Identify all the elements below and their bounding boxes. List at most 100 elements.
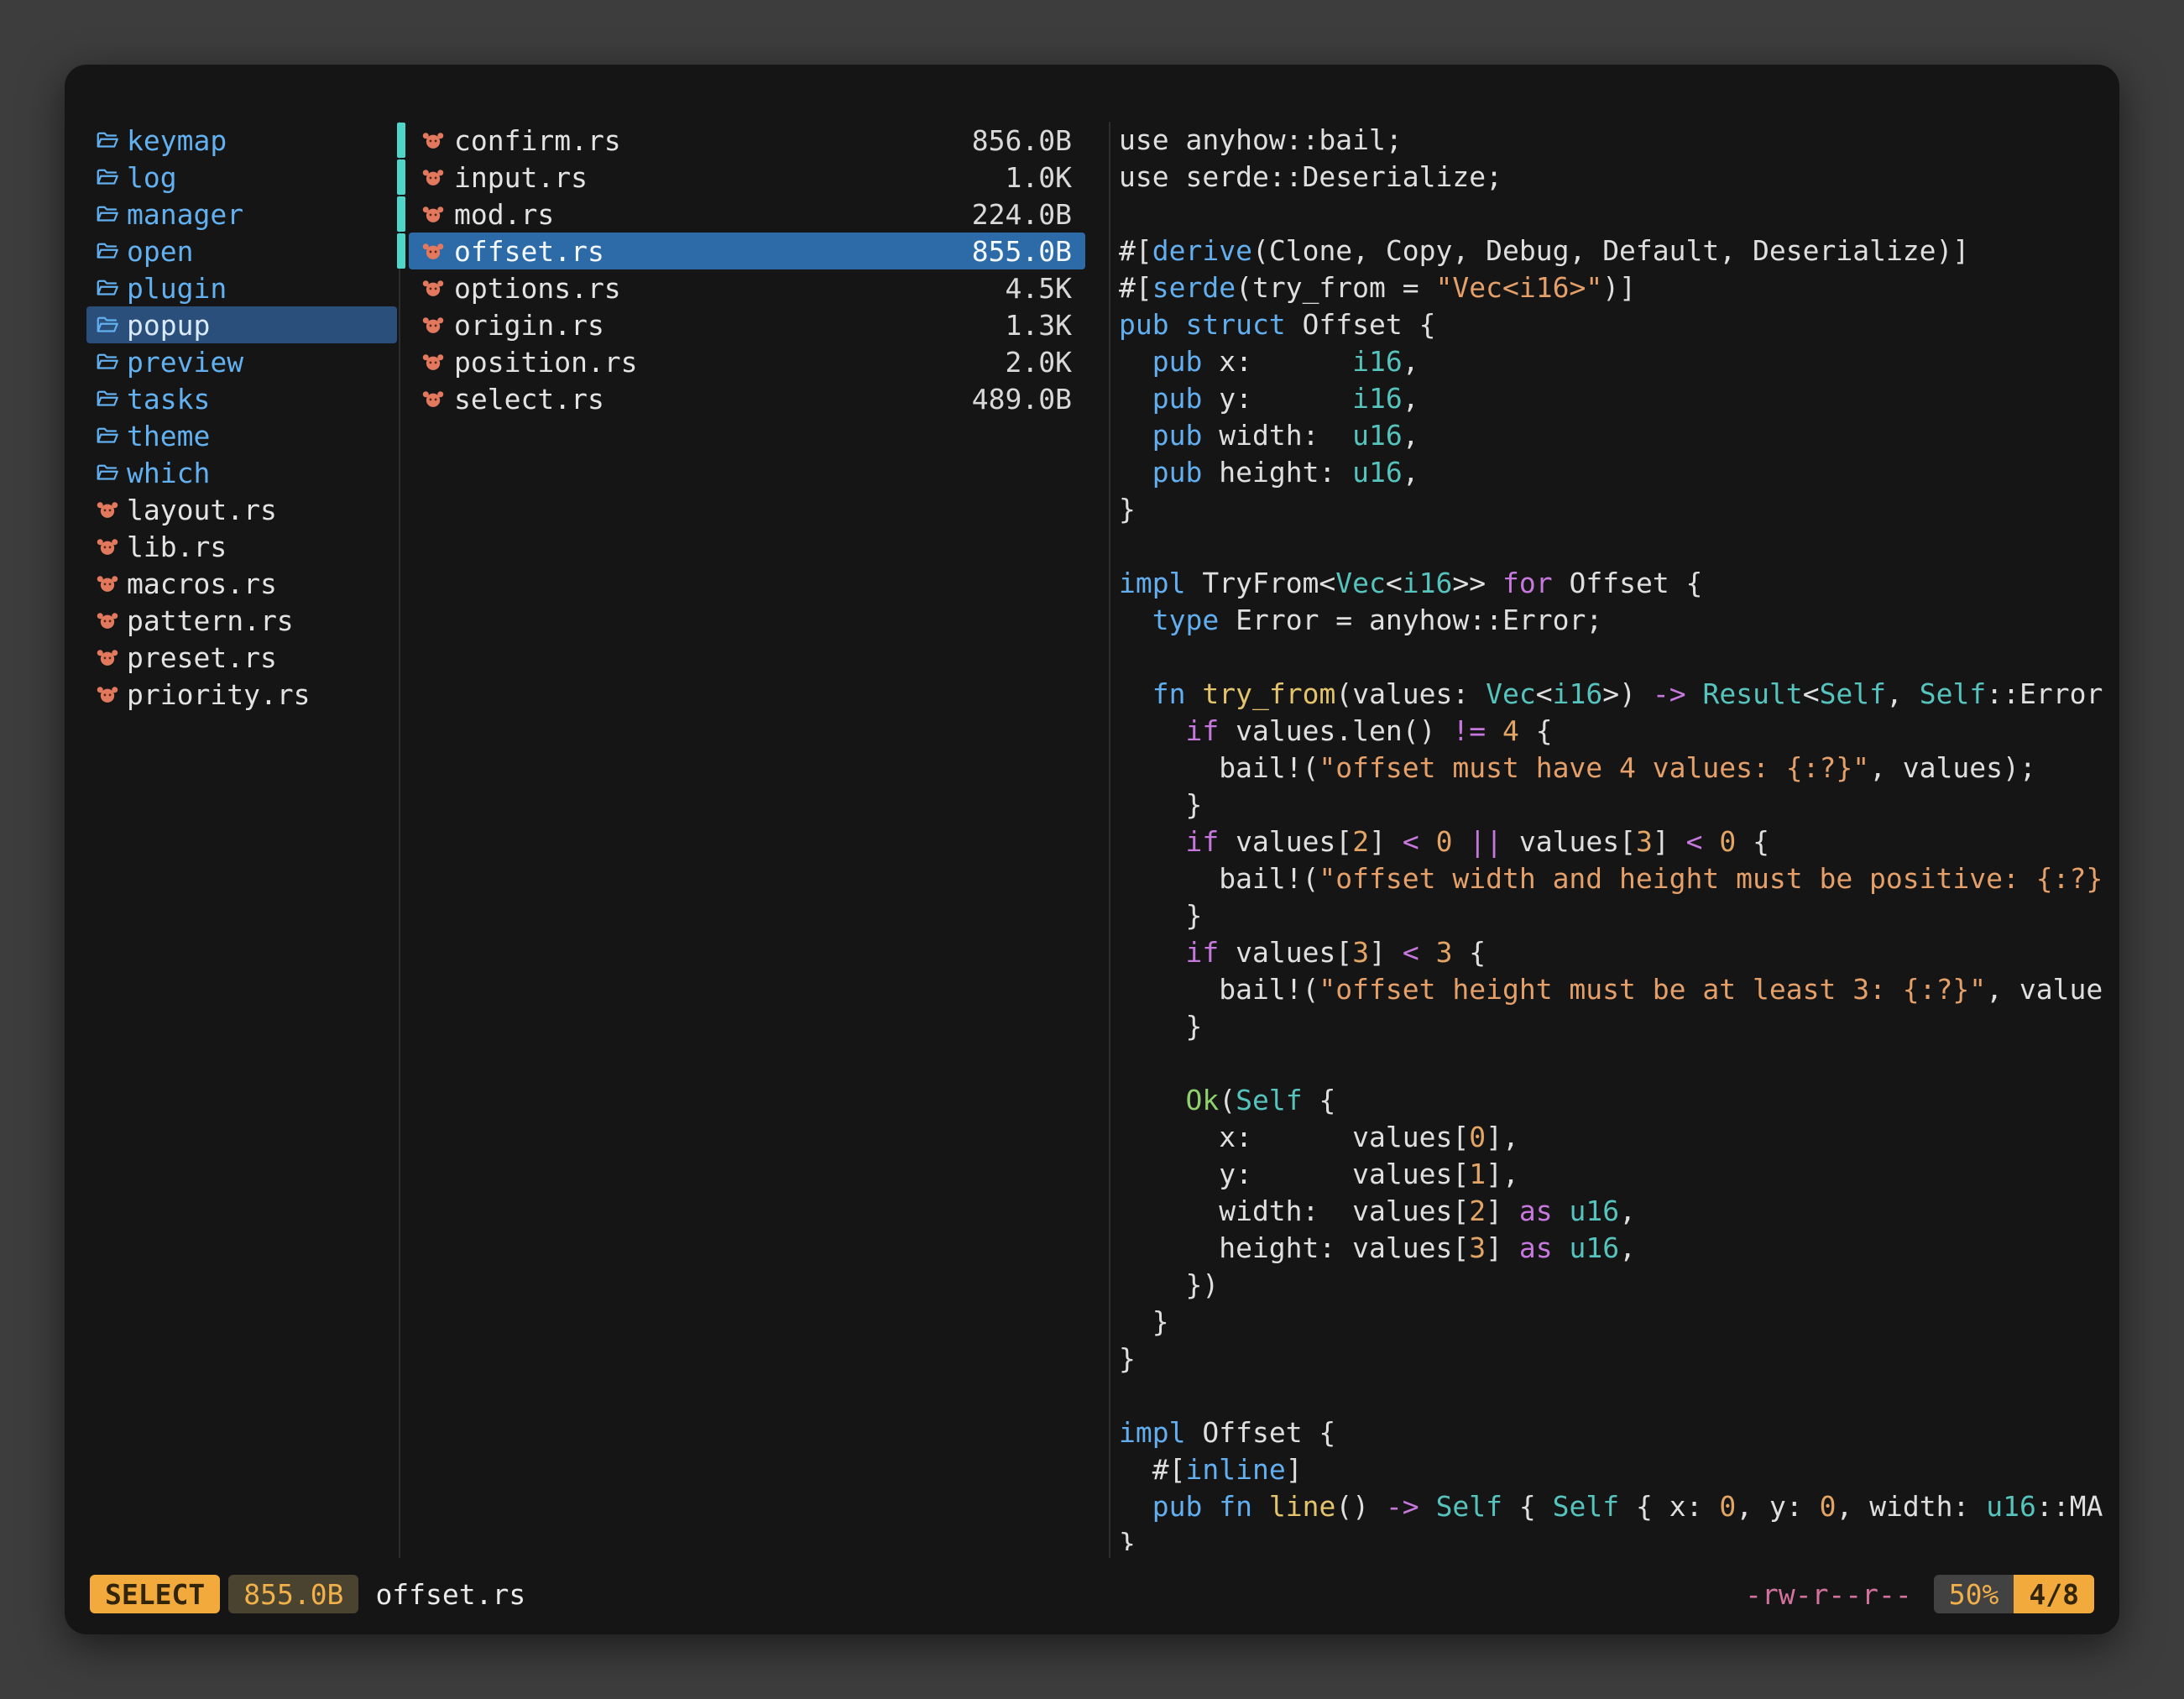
code-line — [1119, 639, 2111, 676]
code-line: } — [1119, 1525, 2111, 1550]
code-line: impl TryFrom<Vec<i16>> for Offset { — [1119, 565, 2111, 602]
file-name: mod.rs — [454, 198, 972, 231]
entry-label: theme — [127, 420, 210, 452]
file-name: offset.rs — [454, 235, 972, 268]
code-line: if values[2] < 0 || values[3] < 0 { — [1119, 823, 2111, 860]
pane-divider-right — [1109, 122, 1110, 1558]
file-row-mod.rs[interactable]: mod.rs224.0B — [409, 196, 1085, 233]
rust-crab-icon — [421, 349, 446, 374]
parent-file-macros.rs[interactable]: macros.rs — [86, 565, 397, 602]
folder-icon — [95, 349, 120, 374]
file-size: 489.0B — [972, 383, 1072, 416]
file-row-input.rs[interactable]: input.rs1.0K — [409, 159, 1085, 196]
cursor-position-badge: 4/8 — [2014, 1575, 2094, 1613]
folder-icon — [95, 423, 120, 448]
rust-crab-icon — [95, 571, 120, 596]
entry-label: log — [127, 161, 177, 194]
code-line: use serde::Deserialize; — [1119, 159, 2111, 196]
folder-icon — [95, 386, 120, 411]
parent-dir-theme[interactable]: theme — [86, 417, 397, 454]
code-line: use anyhow::bail; — [1119, 122, 2111, 159]
file-size: 1.0K — [1006, 161, 1072, 194]
parent-dir-popup[interactable]: popup — [86, 306, 397, 343]
code-line — [1119, 528, 2111, 565]
parent-dir-tasks[interactable]: tasks — [86, 380, 397, 417]
file-row-offset.rs[interactable]: offset.rs855.0B — [409, 233, 1085, 269]
file-row-options.rs[interactable]: options.rs4.5K — [409, 269, 1085, 306]
folder-icon — [95, 460, 120, 485]
rust-crab-icon — [421, 238, 446, 264]
parent-file-layout.rs[interactable]: layout.rs — [86, 491, 397, 528]
mode-badge: SELECT — [90, 1575, 220, 1613]
file-row-origin.rs[interactable]: origin.rs1.3K — [409, 306, 1085, 343]
rust-crab-icon — [421, 275, 446, 301]
code-line: #[serde(try_from = "Vec<i16>")] — [1119, 269, 2111, 306]
file-row-position.rs[interactable]: position.rs2.0K — [409, 343, 1085, 380]
code-line: Ok(Self { — [1119, 1082, 2111, 1119]
entry-label: priority.rs — [127, 678, 311, 711]
parent-dir-open[interactable]: open — [86, 233, 397, 269]
entry-label: preview — [127, 346, 243, 379]
parent-directory-pane[interactable]: keymaplog manageropenplugin popup previewta… — [86, 122, 397, 713]
file-name: origin.rs — [454, 309, 1006, 342]
file-row-confirm.rs[interactable]: confirm.rs856.0B — [409, 122, 1085, 159]
parent-dir-keymap[interactable]: keymap — [86, 122, 397, 159]
code-line: fn try_from(values: Vec<i16>) -> Result<… — [1119, 676, 2111, 713]
code-line: pub height: u16, — [1119, 454, 2111, 491]
file-size: 856.0B — [972, 124, 1072, 157]
entry-label: lib.rs — [127, 531, 227, 563]
file-name: position.rs — [454, 346, 1006, 379]
code-line: height: values[3] as u16, — [1119, 1230, 2111, 1267]
parent-dir-preview[interactable]: preview — [86, 343, 397, 380]
rust-crab-icon — [421, 312, 446, 337]
parent-dir-plugin[interactable]: plugin — [86, 269, 397, 306]
preview-pane[interactable]: use anyhow::bail;use serde::Deserialize;… — [1119, 122, 2111, 1550]
code-line: }) — [1119, 1267, 2111, 1304]
entry-label: popup — [127, 309, 210, 342]
code-line: } — [1119, 491, 2111, 528]
code-line: pub width: u16, — [1119, 417, 2111, 454]
file-size-badge: 855.0B — [228, 1575, 358, 1613]
code-line: #[inline] — [1119, 1451, 2111, 1488]
code-line — [1119, 1377, 2111, 1414]
file-name: input.rs — [454, 161, 1006, 194]
current-directory-pane[interactable]: confirm.rs856.0Binput.rs1.0Kmod.rs224.0B… — [409, 122, 1085, 417]
entry-label: plugin — [127, 272, 227, 305]
folder-icon — [95, 165, 120, 190]
file-size: 855.0B — [972, 235, 1072, 268]
code-line: width: values[2] as u16, — [1119, 1193, 2111, 1230]
code-line: bail!("offset height must be at least 3:… — [1119, 971, 2111, 1008]
rust-crab-icon — [95, 645, 120, 670]
code-line: pub y: i16, — [1119, 380, 2111, 417]
parent-file-pattern.rs[interactable]: pattern.rs — [86, 602, 397, 639]
parent-file-preset.rs[interactable]: preset.rs — [86, 639, 397, 676]
code-line: bail!("offset width and height must be p… — [1119, 860, 2111, 897]
parent-file-lib.rs[interactable]: lib.rs — [86, 528, 397, 565]
parent-file-priority.rs[interactable]: priority.rs — [86, 676, 397, 713]
entry-label: pattern.rs — [127, 604, 294, 637]
rust-crab-icon — [95, 682, 120, 707]
parent-dir-which[interactable]: which — [86, 454, 397, 491]
code-line: pub struct Offset { — [1119, 306, 2111, 343]
folder-icon — [95, 275, 120, 301]
rust-crab-icon — [95, 497, 120, 522]
file-permissions: -rw-r--r-- — [1745, 1578, 1912, 1611]
code-line — [1119, 196, 2111, 233]
rust-crab-icon — [421, 386, 446, 411]
file-size: 4.5K — [1006, 272, 1072, 305]
code-line: x: values[0], — [1119, 1119, 2111, 1156]
code-line — [1119, 1045, 2111, 1082]
status-bar: SELECT 855.0B offset.rs -rw-r--r-- 50% 4… — [90, 1575, 2094, 1613]
code-line: y: values[1], — [1119, 1156, 2111, 1193]
code-line: } — [1119, 897, 2111, 934]
yazi-file-manager-window: keymaplog manageropenplugin popup previewta… — [65, 65, 2119, 1634]
code-line: type Error = anyhow::Error; — [1119, 602, 2111, 639]
code-preview: use anyhow::bail;use serde::Deserialize;… — [1119, 122, 2111, 1550]
file-row-select.rs[interactable]: select.rs489.0B — [409, 380, 1085, 417]
code-line: bail!("offset must have 4 values: {:?}",… — [1119, 750, 2111, 787]
entry-label: manager — [127, 198, 243, 231]
code-line: pub fn line() -> Self { Self { x: 0, y: … — [1119, 1488, 2111, 1525]
parent-dir-manager[interactable]: manager — [86, 196, 397, 233]
rust-crab-icon — [421, 165, 446, 190]
parent-dir-log[interactable]: log — [86, 159, 397, 196]
